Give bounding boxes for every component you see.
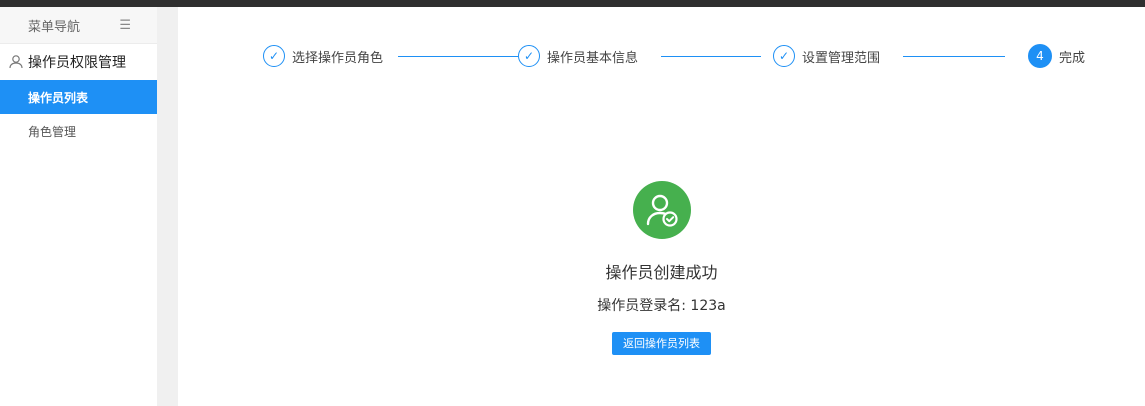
menu-toggle-icon[interactable]: ☰ (119, 18, 131, 33)
sidebar: 菜单导航 ☰ 操作员权限管理 操作员列表 角色管理 (0, 7, 157, 406)
step-indicator: ✓ 选择操作员角色 ✓ 操作员基本信息 ✓ 设置管理范围 4 完成 (263, 43, 1103, 69)
back-to-operator-list-button[interactable]: 返回操作员列表 (612, 332, 711, 355)
check-icon: ✓ (518, 45, 540, 67)
sidebar-group-label: 操作员权限管理 (28, 55, 126, 71)
step-label: 操作员基本信息 (547, 50, 639, 66)
step-label: 选择操作员角色 (292, 50, 384, 66)
sidebar-header-title: 菜单导航 (28, 19, 81, 35)
top-border (0, 0, 1145, 7)
user-icon (8, 54, 24, 70)
step-management-scope: ✓ 设置管理范围 (773, 43, 880, 69)
step-basic-info: ✓ 操作员基本信息 (518, 43, 638, 69)
result-panel: 操作员创建成功 操作员登录名: 123a 返回操作员列表 (178, 181, 1145, 355)
check-icon: ✓ (773, 45, 795, 67)
sidebar-header: 菜单导航 ☰ (0, 7, 157, 44)
content-gutter (157, 7, 178, 406)
sidebar-item-label: 操作员列表 (28, 90, 89, 105)
step-connector (398, 56, 518, 57)
step-select-role: ✓ 选择操作员角色 (263, 43, 383, 69)
sidebar-group-operator-permission[interactable]: 操作员权限管理 (0, 44, 157, 80)
step-complete: 4 完成 (1028, 43, 1085, 69)
step-connector (903, 56, 1005, 57)
step-label: 设置管理范围 (802, 50, 881, 66)
main-content: ✓ 选择操作员角色 ✓ 操作员基本信息 ✓ 设置管理范围 4 完成 操作员创建成… (178, 7, 1145, 406)
sidebar-item-role-management[interactable]: 角色管理 (0, 114, 157, 148)
step-number: 4 (1028, 44, 1052, 68)
step-connector (661, 56, 761, 57)
check-icon: ✓ (263, 45, 285, 67)
sidebar-item-operator-list[interactable]: 操作员列表 (0, 80, 157, 114)
step-label: 完成 (1059, 50, 1086, 66)
result-title: 操作员创建成功 (605, 263, 718, 282)
login-name-text: 操作员登录名: 123a (597, 298, 726, 314)
sidebar-item-label: 角色管理 (28, 124, 77, 139)
user-success-icon (632, 181, 691, 239)
